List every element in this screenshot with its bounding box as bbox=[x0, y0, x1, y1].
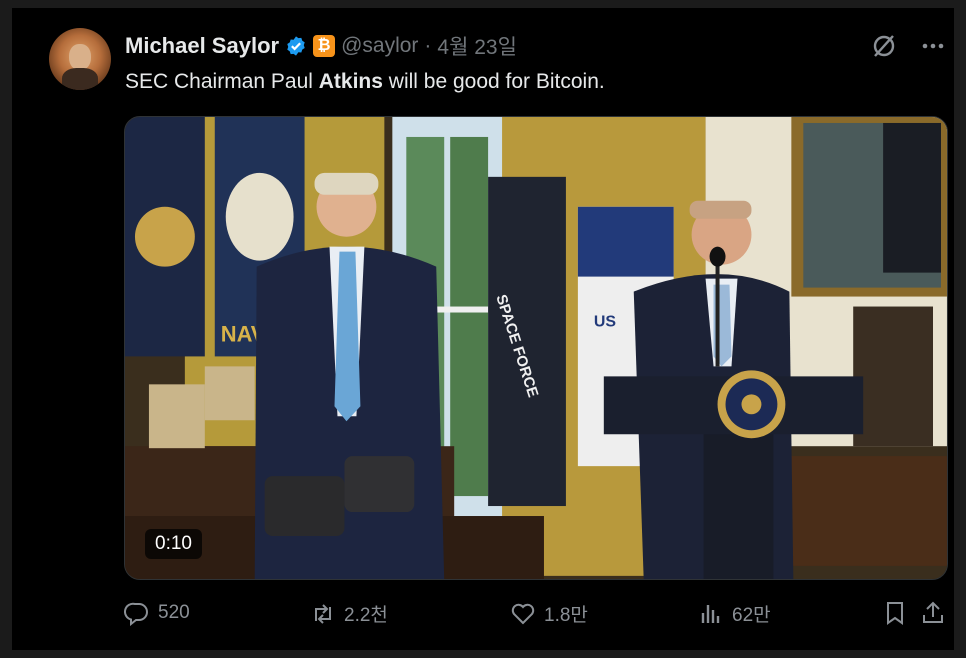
views-button[interactable]: 62만 bbox=[698, 600, 771, 627]
bitcoin-affiliation-icon[interactable]: ₿ bbox=[313, 35, 336, 57]
reply-icon bbox=[124, 602, 148, 626]
video-duration: 0:10 bbox=[145, 529, 202, 559]
tweet-card[interactable]: Michael Saylor ₿ @saylor · 4월 23일 SEC Ch… bbox=[12, 8, 954, 650]
repost-icon bbox=[315, 603, 331, 624]
tweet-text-part: SEC Chairman Paul bbox=[125, 70, 319, 93]
like-icon bbox=[511, 603, 535, 624]
tweet-top-actions bbox=[870, 32, 946, 60]
verified-badge-icon[interactable] bbox=[285, 35, 307, 57]
author-name[interactable]: Michael Saylor bbox=[125, 33, 279, 59]
share-button[interactable] bbox=[920, 600, 946, 626]
tweet-text-part: will be good for Bitcoin. bbox=[382, 70, 605, 93]
repost-count: 2.2천 bbox=[344, 605, 388, 626]
views-count: 62만 bbox=[732, 605, 771, 626]
flag-text-us: US bbox=[594, 313, 617, 330]
share-icon bbox=[923, 601, 943, 623]
bookmark-icon bbox=[887, 602, 903, 625]
tweet-header: Michael Saylor ₿ @saylor · 4월 23일 bbox=[125, 32, 517, 60]
tweet-text-bold: Atkins bbox=[318, 70, 383, 93]
bookmark-button[interactable] bbox=[882, 600, 908, 626]
video-player[interactable]: NAVY SPACE FORCE US 0:10 bbox=[124, 116, 948, 580]
video-frame: NAVY SPACE FORCE US bbox=[125, 117, 947, 579]
more-icon[interactable] bbox=[920, 33, 946, 59]
views-icon bbox=[701, 604, 720, 623]
author-handle[interactable]: @saylor bbox=[341, 34, 418, 58]
separator-dot: · bbox=[424, 34, 432, 57]
reply-count: 520 bbox=[158, 602, 190, 623]
tweet-text: SEC Chairman Paul Atkins will be good fo… bbox=[125, 70, 605, 94]
reply-button[interactable]: 520 bbox=[124, 600, 190, 626]
tweet-date[interactable]: 4월 23일 bbox=[437, 31, 517, 61]
like-button[interactable]: 1.8만 bbox=[510, 600, 588, 627]
tweet-action-bar: 520 2.2천 1.8만 62만 bbox=[124, 600, 948, 630]
repost-button[interactable]: 2.2천 bbox=[310, 600, 388, 627]
like-count: 1.8만 bbox=[544, 605, 588, 626]
grok-icon[interactable] bbox=[870, 32, 898, 60]
author-avatar[interactable] bbox=[49, 28, 111, 90]
